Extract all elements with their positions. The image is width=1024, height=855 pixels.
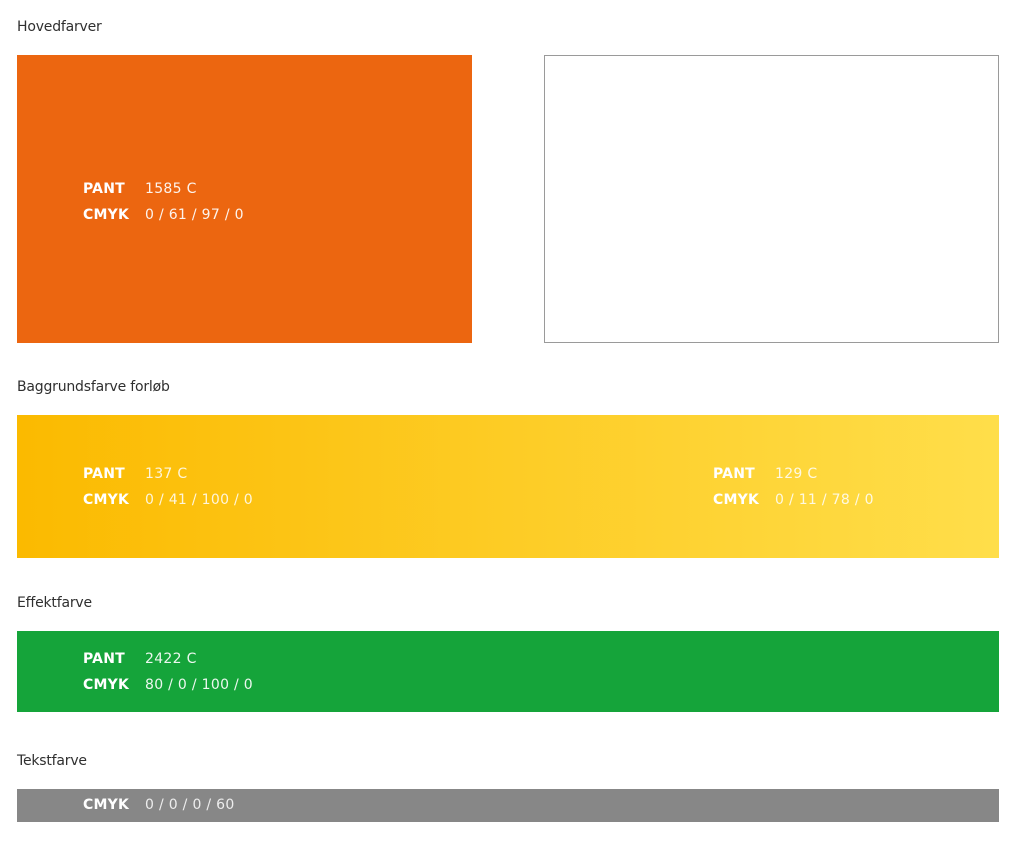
text-gray-spec: CMYK 0 / 0 / 0 / 60 [83,796,235,814]
cmyk-value: 80 / 0 / 100 / 0 [145,677,254,693]
section-heading-text-color: Tekstfarve [17,753,87,769]
cmyk-label: CMYK [713,492,759,508]
section-heading-background-gradient: Baggrundsfarve forløb [17,379,170,395]
pant-label: PANT [83,651,125,667]
cmyk-value: 0 / 11 / 78 / 0 [775,492,874,508]
cmyk-value: 0 / 61 / 97 / 0 [145,207,244,223]
effect-green-swatch: PANT 2422 C CMYK 80 / 0 / 100 / 0 [17,631,999,712]
text-gray-swatch: CMYK 0 / 0 / 0 / 60 [17,789,999,822]
pant-label: PANT [713,466,755,482]
orange-color-spec: PANT 1585 C CMYK 0 / 61 / 97 / 0 [83,180,244,224]
cmyk-label: CMYK [83,797,129,813]
effect-green-spec: PANT 2422 C CMYK 80 / 0 / 100 / 0 [83,650,253,694]
pant-value: 137 C [145,466,188,482]
cmyk-label: CMYK [83,492,129,508]
gradient-start-spec: PANT 137 C CMYK 0 / 41 / 100 / 0 [83,465,253,509]
cmyk-label: CMYK [83,207,129,223]
pant-value: 1585 C [145,181,197,197]
background-gradient-swatch: PANT 137 C CMYK 0 / 41 / 100 / 0 PANT 12… [17,415,999,558]
gradient-end-spec: PANT 129 C CMYK 0 / 11 / 78 / 0 [713,465,874,509]
cmyk-value: 0 / 41 / 100 / 0 [145,492,254,508]
pant-value: 129 C [775,466,818,482]
section-heading-effect-color: Effektfarve [17,595,92,611]
pant-value: 2422 C [145,651,197,667]
section-heading-main-colors: Hovedfarver [17,19,102,35]
pant-label: PANT [83,181,125,197]
cmyk-label: CMYK [83,677,129,693]
white-color-swatch [544,55,999,343]
pant-label: PANT [83,466,125,482]
orange-color-swatch: PANT 1585 C CMYK 0 / 61 / 97 / 0 [17,55,472,343]
cmyk-value: 0 / 0 / 0 / 60 [145,797,235,813]
